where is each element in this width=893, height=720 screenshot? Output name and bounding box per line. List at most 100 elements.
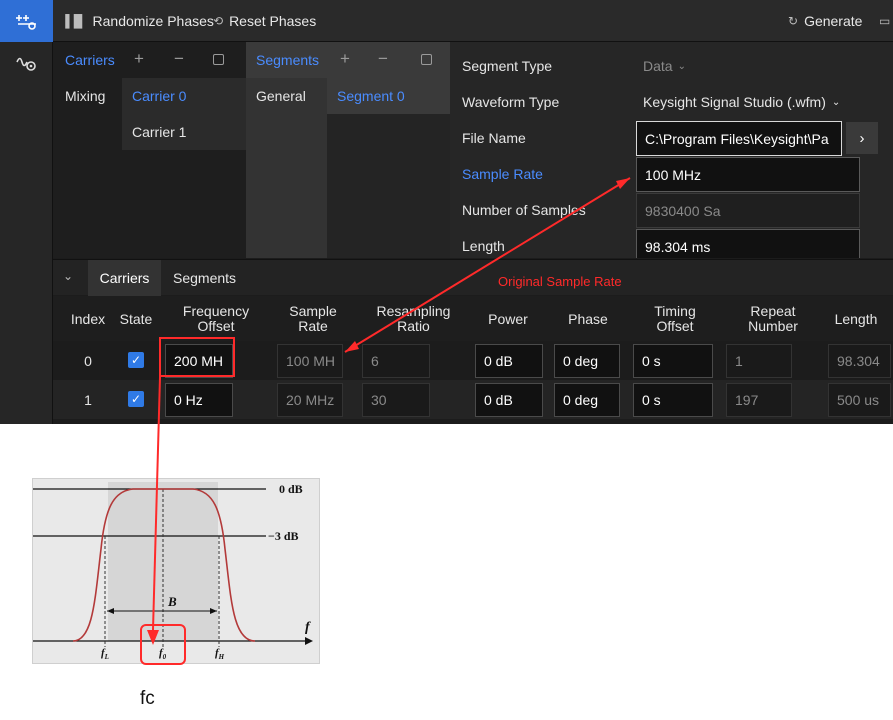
num-samples-label: Number of Samples [462,202,586,218]
row-index: 0 [84,352,92,369]
col-timing-offset: Timing Offset [635,296,715,342]
browse-file-button[interactable]: › [846,122,878,154]
sample-rate-row: Sample Rate 100 MHz [450,156,893,192]
table-row[interactable]: 1 ✓ 0 Hz 20 MHz 30 0 dB 0 deg 0 s 197 50… [53,380,893,419]
left-rail [0,0,53,424]
waveform-view-button[interactable] [0,42,53,84]
carriers-view-button[interactable] [0,0,53,42]
phase-input[interactable]: 0 deg [554,383,620,417]
randomize-phases-button[interactable]: ▐▐▌ Randomize Phases [61,0,214,42]
waveform-type-row: Waveform Type Keysight Signal Studio (.w… [450,84,893,120]
remove-carrier-icon[interactable]: − [174,49,184,69]
length-label: Length [462,238,505,254]
waveform-type-dropdown[interactable]: Keysight Signal Studio (.wfm) ⌄ [643,84,840,120]
col-resampling-ratio: Resampling Ratio [361,296,466,342]
col-sample-rate-l1: Sample [289,303,337,319]
folder-icon: ▭ [879,14,891,28]
power-input[interactable]: 0 dB [475,344,543,378]
app-window: ▐▐▌ Randomize Phases ⟲ Reset Phases ↻ Ge… [0,0,893,424]
col-frequency-offset: Frequency Offset [161,296,271,342]
copy-segment-icon[interactable] [421,54,432,65]
timing-offset-input[interactable]: 0 s [633,383,713,417]
col-frequency-offset-l2: Offset [197,318,235,334]
original-sample-rate-annotation: Original Sample Rate [498,274,622,289]
bar-chart-icon: ▐▐▌ [61,14,87,28]
fh-label: fH [215,647,224,661]
col-resampling-ratio-l2: Ratio [397,318,430,334]
length-row: Length 98.304 ms [450,228,893,258]
col-resampling-ratio-l1: Resampling [376,303,451,319]
copy-carrier-icon[interactable] [213,54,224,65]
carrier-0-item[interactable]: Carrier 0 [122,78,246,114]
col-timing-offset-l1: Timing [654,303,696,319]
col-frequency-offset-l1: Frequency [182,303,250,319]
mixing-item[interactable]: Mixing [55,78,122,114]
generate-button[interactable]: ↻ Generate [788,0,862,42]
remove-segment-icon[interactable]: − [378,49,388,69]
segment-type-dropdown[interactable]: Data ⌄ [643,48,686,84]
col-phase: Phase [568,310,608,327]
randomize-phases-label: Randomize Phases [92,13,214,29]
frequency-offset-input[interactable]: 0 Hz [165,383,233,417]
sample-rate-cell: 20 MHz [277,383,343,417]
tab-segments[interactable]: Segments [173,260,236,296]
collapse-chevron-icon[interactable]: ⌄ [63,269,73,283]
file-name-input[interactable]: C:\Program Files\Keysight\Pa [636,121,842,156]
segment-0-item[interactable]: Segment 0 [327,78,450,114]
waveform-type-value: Keysight Signal Studio (.wfm) [643,94,826,110]
resampling-ratio-cell: 30 [362,383,430,417]
power-input[interactable]: 0 dB [475,383,543,417]
col-repeat-number-l2: Number [748,318,798,334]
fh-subscript: H [218,653,225,662]
waveform-type-label: Waveform Type [462,94,560,110]
length-cell: 98.304 [828,344,891,378]
fl-subscript: L [104,653,109,662]
timing-offset-input[interactable]: 0 s [633,344,713,378]
sample-rate-cell: 100 MH [277,344,343,378]
segment-type-row: Segment Type Data ⌄ [450,48,893,84]
repeat-number-cell: 197 [726,383,792,417]
level-3db-label: −3 dB [268,529,299,543]
col-sample-rate-l2: Rate [298,318,328,334]
general-item[interactable]: General [246,78,327,114]
tab-carriers[interactable]: Carriers [88,260,161,296]
level-0db-label: 0 dB [279,482,303,496]
reset-icon: ⟲ [213,14,224,28]
chevron-down-icon: ⌄ [831,96,841,108]
carrier-1-item[interactable]: Carrier 1 [122,114,246,150]
col-sample-rate: Sample Rate [278,296,348,342]
fc-label: fc [140,688,155,709]
col-repeat-number-l1: Repeat [750,303,796,319]
add-segment-icon[interactable]: + [340,49,350,69]
state-checkbox[interactable]: ✓ [128,391,144,407]
fl-label: fL [101,647,109,661]
reset-phases-label: Reset Phases [229,13,317,29]
toolbar: ▐▐▌ Randomize Phases ⟲ Reset Phases ↻ Ge… [53,0,893,42]
segment-type-label: Segment Type [462,58,553,74]
bottom-tabs: ⌄ Carriers Segments [53,259,893,296]
segments-panel: Segments + − General Segment 0 [246,42,450,258]
sample-rate-label: Sample Rate [462,166,543,182]
segment-type-value: Data [643,58,673,74]
refresh-icon: ↻ [788,14,799,28]
add-carrier-icon[interactable]: + [134,49,144,69]
num-samples-value: 9830400 Sa [636,193,860,228]
carriers-panel-title[interactable]: Carriers [65,52,115,68]
col-state: State [119,310,153,327]
col-index: Index [70,310,106,327]
reset-phases-button[interactable]: ⟲ Reset Phases [213,0,316,42]
folder-button[interactable]: ▭ [879,0,890,42]
sample-rate-input[interactable]: 100 MHz [636,157,860,192]
col-power: Power [488,310,528,327]
bandwidth-label: B [168,594,177,609]
frequency-axis-label: f [305,620,310,635]
carrier-grid-icon [15,15,36,30]
resampling-ratio-cell: 6 [362,344,430,378]
length-input[interactable]: 98.304 ms [636,229,860,258]
phase-input[interactable]: 0 deg [554,344,620,378]
generate-label: Generate [804,13,863,29]
segments-panel-title[interactable]: Segments [256,52,319,68]
state-checkbox[interactable]: ✓ [128,352,144,368]
waveform-settings-icon [15,57,36,71]
carriers-table-header: Index State Frequency Offset Sample Rate… [53,296,893,342]
